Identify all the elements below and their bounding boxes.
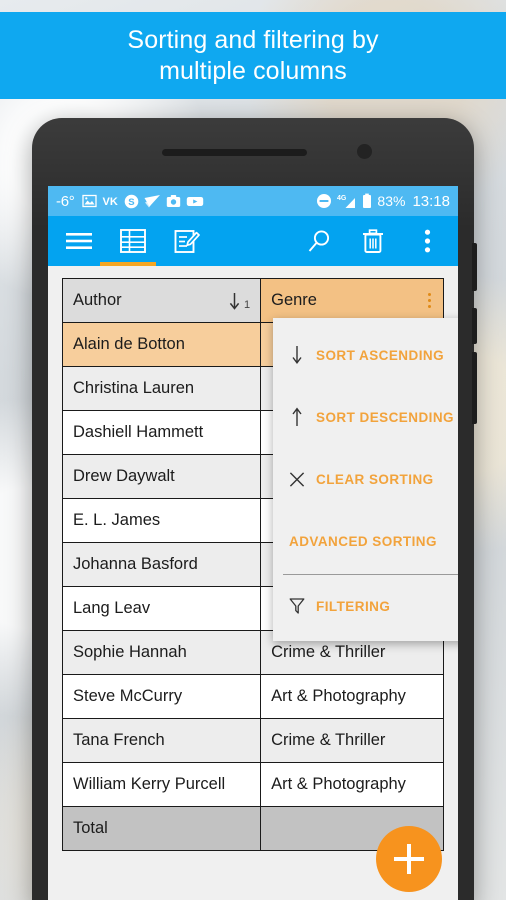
skype-icon: S xyxy=(124,194,139,209)
front-camera xyxy=(357,144,372,159)
svg-text:4G: 4G xyxy=(337,195,347,202)
cell-author: Dashiell Hammett xyxy=(61,410,262,455)
cell-total-label: Total xyxy=(61,806,262,851)
gallery-icon xyxy=(82,194,98,208)
overflow-menu-icon[interactable] xyxy=(410,224,444,258)
menu-item-label: SORT ASCENDING xyxy=(316,347,445,363)
promo-banner-line1: Sorting and filtering by xyxy=(127,25,379,54)
column-overflow-menu-icon[interactable] xyxy=(428,293,433,308)
column-header-genre-label: Genre xyxy=(271,291,317,309)
status-bar-clock: 13:18 xyxy=(412,192,450,210)
youtube-icon xyxy=(186,195,204,208)
promo-banner-text: Sorting and filtering by multiple column… xyxy=(127,25,378,87)
vk-icon: VK xyxy=(102,194,119,208)
phone-screen: -6° VK S 4G 83% 13:18 Author 1 Genre Ala… xyxy=(48,186,458,900)
arrow-up-icon xyxy=(289,406,305,428)
arrow-down-icon xyxy=(229,292,240,310)
search-icon[interactable] xyxy=(302,224,336,258)
column-context-menu: SORT ASCENDING SORT DESCENDING CLEAR SOR… xyxy=(273,318,458,641)
battery-percentage: 83% xyxy=(377,193,406,209)
funnel-filter-icon xyxy=(289,597,305,615)
battery-icon xyxy=(362,193,372,209)
menu-item-label: SORT DESCENDING xyxy=(316,409,455,425)
cell-author: Drew Daywalt xyxy=(61,454,262,499)
send-icon xyxy=(144,194,161,208)
table-row[interactable]: Tana French Crime & Thriller xyxy=(61,718,444,763)
column-header-author[interactable]: Author 1 xyxy=(61,278,262,323)
cell-author: Johanna Basford xyxy=(61,542,262,587)
app-toolbar-left-group xyxy=(62,224,204,258)
cell-author: Lang Leav xyxy=(61,586,262,631)
cell-genre: Art & Photography xyxy=(260,762,444,807)
edit-note-icon[interactable] xyxy=(170,224,204,258)
table-content-area: Author 1 Genre Alain de Botton Christina… xyxy=(48,266,458,900)
menu-item-label: FILTERING xyxy=(316,598,391,614)
cell-genre: Crime & Thriller xyxy=(260,718,444,763)
app-toolbar-right-group xyxy=(302,224,444,258)
volume-up-button[interactable] xyxy=(472,352,477,424)
menu-item-clear-sorting[interactable]: CLEAR SORTING xyxy=(273,448,458,510)
cell-author: Sophie Hannah xyxy=(61,630,262,675)
cell-author: E. L. James xyxy=(61,498,262,543)
camera-icon xyxy=(166,194,181,208)
sort-priority-number: 1 xyxy=(243,298,251,311)
app-toolbar xyxy=(48,216,458,266)
plus-icon xyxy=(394,844,424,874)
menu-item-filtering[interactable]: FILTERING xyxy=(273,575,458,637)
hamburger-menu-icon[interactable] xyxy=(62,224,96,258)
close-x-icon xyxy=(289,471,305,488)
table-header-row: Author 1 Genre xyxy=(61,278,444,323)
menu-item-sort-ascending[interactable]: SORT ASCENDING xyxy=(273,324,458,386)
table-row[interactable]: Steve McCurry Art & Photography xyxy=(61,674,444,719)
cell-author: Christina Lauren xyxy=(61,366,262,411)
cell-author: Steve McCurry xyxy=(61,674,262,719)
cell-author: Alain de Botton xyxy=(61,322,262,367)
table-row[interactable]: William Kerry Purcell Art & Photography xyxy=(61,762,444,807)
column-header-author-label: Author xyxy=(73,291,122,309)
table-view-icon[interactable] xyxy=(116,224,150,258)
promo-banner-line2: multiple columns xyxy=(159,56,347,85)
status-bar: -6° VK S 4G 83% 13:18 xyxy=(48,186,458,216)
do-not-disturb-icon xyxy=(316,193,332,209)
signal-4g-icon: 4G xyxy=(337,193,357,209)
menu-item-sort-descending[interactable]: SORT DESCENDING xyxy=(273,386,458,448)
promo-banner: Sorting and filtering by multiple column… xyxy=(0,12,506,99)
menu-item-advanced-sorting[interactable]: ADVANCED SORTING xyxy=(273,510,458,572)
svg-text:S: S xyxy=(129,197,135,208)
phone-device-frame: -6° VK S 4G 83% 13:18 Author 1 Genre Ala… xyxy=(32,118,477,900)
power-button[interactable] xyxy=(472,243,477,291)
cell-author: William Kerry Purcell xyxy=(61,762,262,807)
earpiece-speaker xyxy=(162,149,307,156)
trash-icon[interactable] xyxy=(356,224,390,258)
column-header-genre[interactable]: Genre xyxy=(260,278,444,323)
temperature-indicator: -6° xyxy=(56,192,75,210)
menu-item-label: CLEAR SORTING xyxy=(316,471,434,487)
status-bar-right-group: 4G 83% 13:18 xyxy=(316,193,450,210)
volume-down-button[interactable] xyxy=(472,308,477,344)
svg-text:VK: VK xyxy=(103,196,118,208)
add-record-fab[interactable] xyxy=(376,826,442,892)
arrow-down-icon xyxy=(289,344,305,366)
cell-author: Tana French xyxy=(61,718,262,763)
sort-indicator-author: 1 xyxy=(228,290,250,312)
cell-genre: Art & Photography xyxy=(260,674,444,719)
menu-item-label: ADVANCED SORTING xyxy=(289,533,437,549)
